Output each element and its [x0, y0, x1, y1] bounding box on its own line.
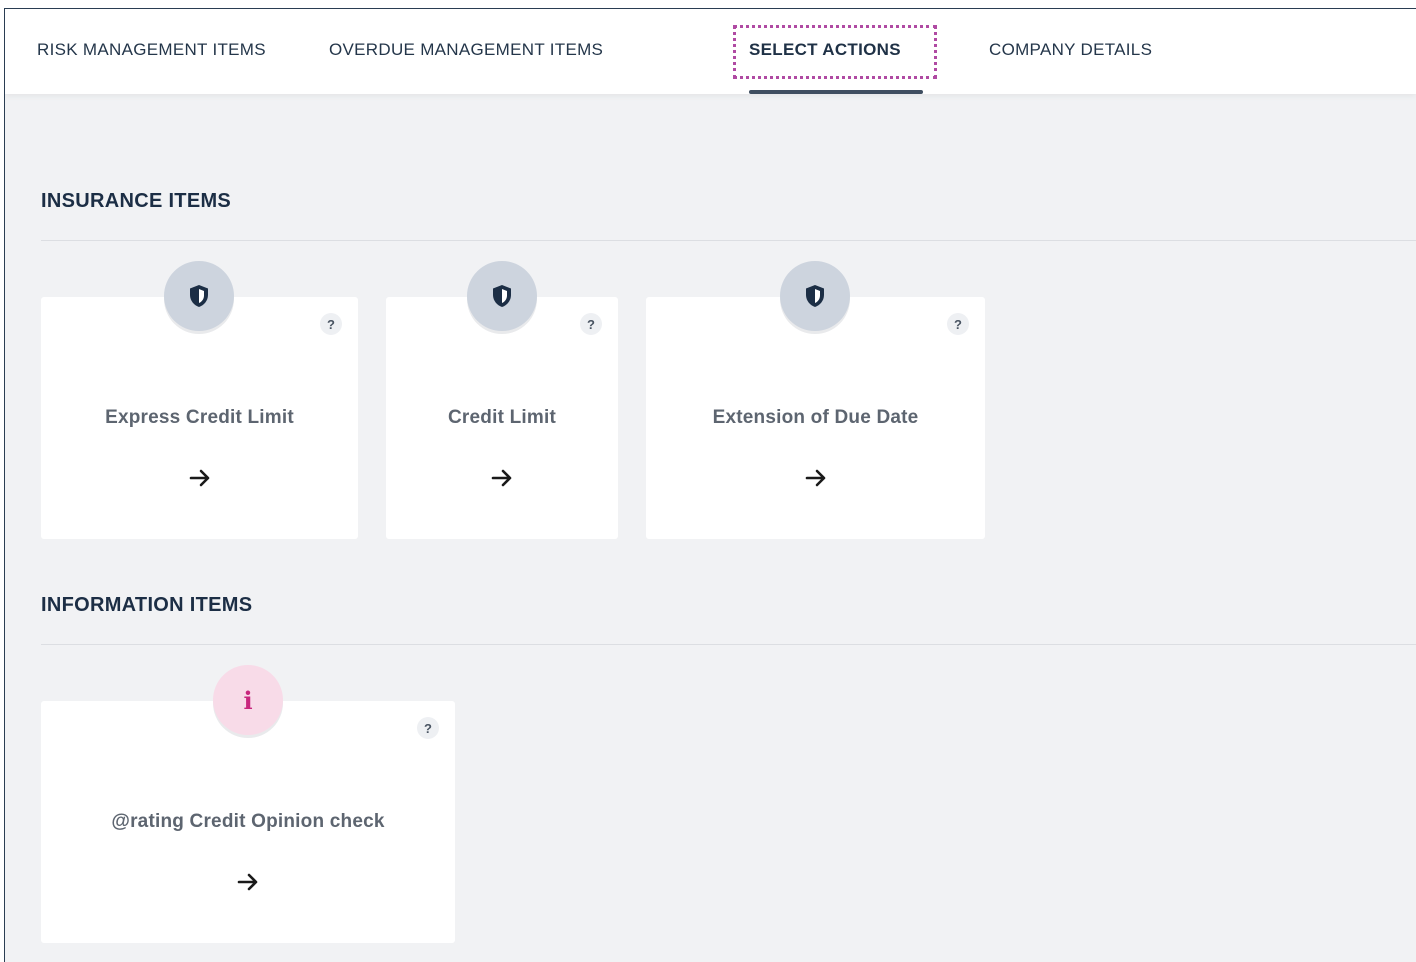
info-badge: i: [213, 665, 283, 735]
card-label: @rating Credit Opinion check: [111, 811, 385, 832]
shield-icon: [806, 285, 824, 307]
help-icon[interactable]: ?: [580, 313, 602, 335]
information-divider: [41, 644, 1416, 645]
arrow-right-icon[interactable]: [805, 469, 827, 487]
tab-company-details[interactable]: COMPANY DETAILS: [989, 40, 1152, 60]
help-icon[interactable]: ?: [320, 313, 342, 335]
insurance-items-heading: INSURANCE ITEMS: [41, 190, 232, 212]
card-rating-credit-opinion-check[interactable]: i ? @rating Credit Opinion check: [41, 665, 455, 943]
card-label: Credit Limit: [448, 407, 556, 428]
info-icon: i: [243, 685, 253, 715]
card-label: Express Credit Limit: [105, 407, 294, 428]
tab-overdue-management-items[interactable]: OVERDUE MANAGEMENT ITEMS: [329, 40, 603, 60]
arrow-right-icon[interactable]: [491, 469, 513, 487]
shield-badge: [467, 261, 537, 331]
insurance-divider: [41, 240, 1416, 241]
card-express-credit-limit[interactable]: ? Express Credit Limit: [41, 261, 358, 539]
arrow-right-icon[interactable]: [189, 469, 211, 487]
shield-badge: [164, 261, 234, 331]
arrow-right-icon[interactable]: [237, 873, 259, 891]
help-icon[interactable]: ?: [947, 313, 969, 335]
card-credit-limit[interactable]: ? Credit Limit: [386, 261, 618, 539]
top-navigation: RISK MANAGEMENT ITEMS OVERDUE MANAGEMENT…: [5, 9, 1416, 94]
shield-icon: [190, 285, 208, 307]
tab-select-actions[interactable]: SELECT ACTIONS: [749, 40, 901, 60]
information-items-heading: INFORMATION ITEMS: [41, 594, 253, 616]
app-frame: RISK MANAGEMENT ITEMS OVERDUE MANAGEMENT…: [4, 8, 1416, 962]
shield-icon: [493, 285, 511, 307]
active-tab-indicator: [749, 90, 923, 94]
tab-risk-management-items[interactable]: RISK MANAGEMENT ITEMS: [37, 40, 266, 60]
card-label: Extension of Due Date: [712, 407, 919, 428]
help-icon[interactable]: ?: [417, 717, 439, 739]
card-extension-of-due-date[interactable]: ? Extension of Due Date: [646, 261, 985, 539]
shield-badge: [780, 261, 850, 331]
